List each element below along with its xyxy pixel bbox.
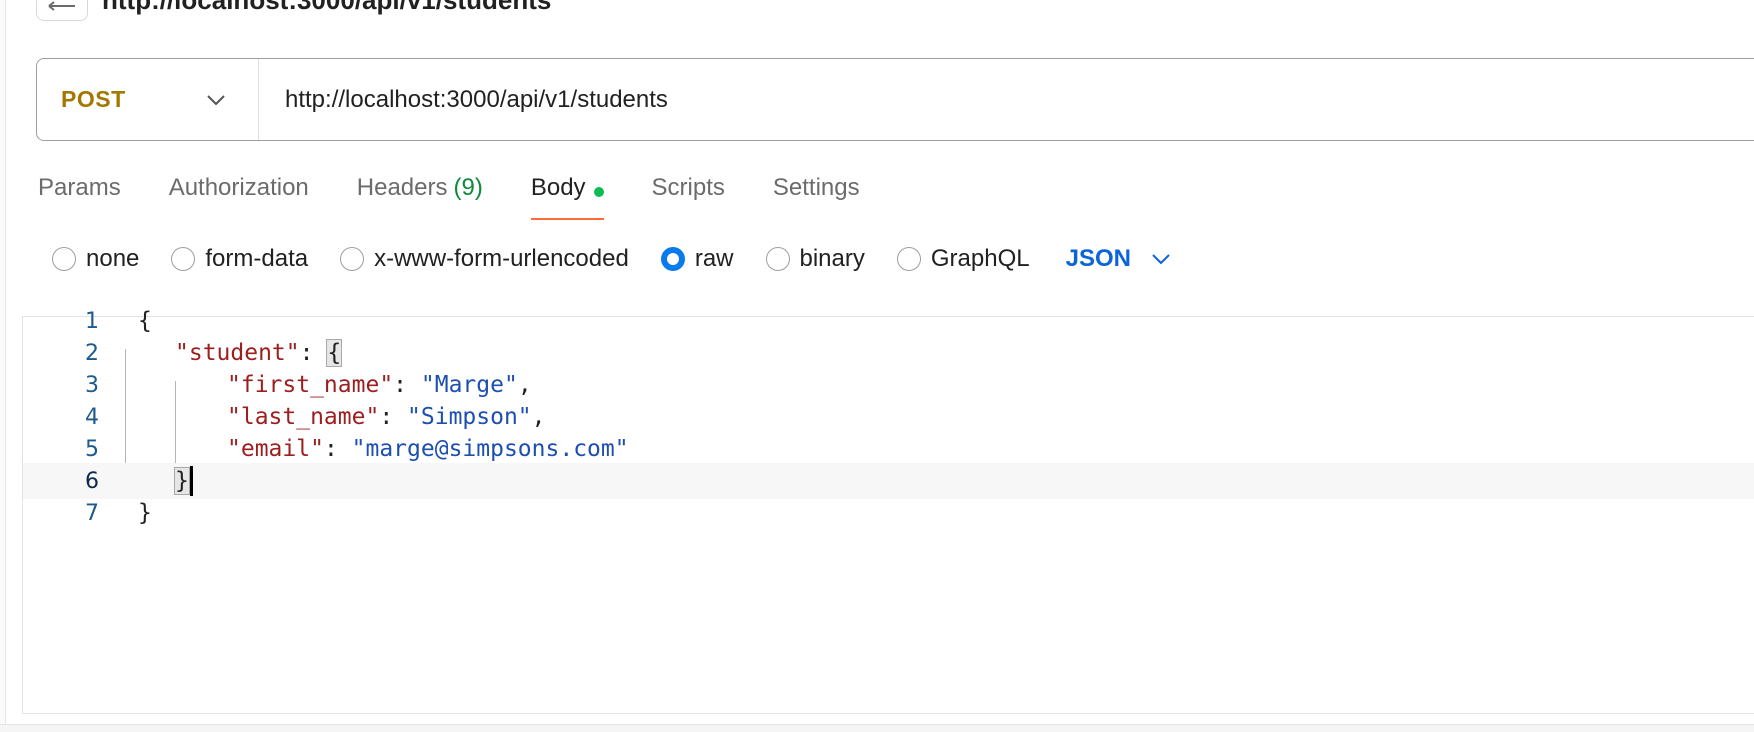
radio-form-data[interactable]: form-data [171,245,308,273]
code-text: "last_name": "Simpson", [227,404,546,430]
code-text: "first_name": "Marge", [227,372,532,398]
tab-settings[interactable]: Settings [773,168,860,220]
matched-brace: } [174,466,190,495]
request-title[interactable]: http://localhost:3000/api/v1/students [102,0,551,16]
radio-raw[interactable]: raw [660,245,734,273]
line-number: 2 [85,340,99,366]
chevron-down-icon [1149,247,1173,271]
radio-button[interactable] [896,247,921,271]
radio-graphql[interactable]: GraphQL [896,245,1030,273]
radio-button[interactable] [765,247,790,271]
body-code-editor[interactable]: 1 { 2 "student": { 3 "first_name": "Marg… [22,308,1754,714]
code-line: 2 "student": { [23,335,1754,371]
tab-label: Headers [356,174,448,201]
tab-label: Scripts [651,174,725,201]
radio-label: none [86,245,140,272]
comma: , [517,372,532,398]
radio-x-www-form-urlencoded[interactable]: x-www-form-urlencoded [340,245,629,273]
radio-button[interactable] [52,247,76,271]
json-key: "email" [227,436,324,462]
request-bar: POST http://localhost:3000/api/v1/studen… [36,58,1754,141]
tab-authorization[interactable]: Authorization [169,168,309,220]
code-line: 4 "last_name": "Simpson", [23,399,1754,435]
code-line-current: 6 } [23,463,1754,499]
json-key: "first_name" [227,372,394,398]
text-cursor [189,466,193,496]
brace: { [138,308,152,334]
separator: : [379,404,408,430]
headers-count-badge: (9) [453,174,483,201]
code-line: 3 "first_name": "Marge", [23,367,1754,403]
http-request-icon [36,0,88,21]
tab-label: Settings [772,174,860,201]
radio-binary[interactable]: binary [765,245,865,273]
comma: , [531,404,546,430]
json-key: "last_name" [227,404,380,430]
json-key: "student" [175,340,300,366]
radio-label: x-www-form-urlencoded [374,245,629,272]
chevron-down-icon [204,88,228,112]
separator: : [393,372,421,398]
body-type-selector: none form-data x-www-form-urlencoded raw… [52,242,1173,276]
code-line: 7 } [23,495,1754,531]
separator: : [299,340,328,366]
radio-button[interactable] [171,247,196,271]
code-text: } [138,500,152,526]
method-label: POST [61,86,126,112]
radio-button[interactable] [340,247,365,271]
tab-label: Params [38,174,121,201]
request-title-row: http://localhost:3000/api/v1/students [36,0,551,22]
tab-params[interactable]: Params [38,168,121,220]
code-text: "student": { [175,339,343,367]
tab-scripts[interactable]: Scripts [652,168,725,220]
radio-none[interactable]: none [52,245,139,273]
brace: } [138,500,152,526]
line-number: 1 [85,308,99,334]
line-number: 6 [85,468,99,494]
left-panel-edge [0,0,6,732]
code-line: 5 "email": "marge@simpsons.com" [23,431,1754,467]
code-text: "email": "marge@simpsons.com" [227,436,629,462]
tab-headers[interactable]: Headers (9) [357,168,483,220]
code-text: } [174,466,193,496]
json-string: "marge@simpsons.com" [351,436,629,462]
code-line: 1 { [23,303,1754,339]
request-tabs: Params Authorization Headers (9) Body Sc… [38,168,860,220]
method-dropdown[interactable]: POST [37,59,259,140]
radio-label: form-data [205,245,309,272]
body-modified-dot-icon [593,187,604,197]
matched-brace: { [326,339,343,367]
panel-bottom-edge [0,724,1754,732]
separator: : [323,436,352,462]
line-number: 7 [85,500,99,526]
line-number: 3 [85,372,99,398]
json-string: "Marge" [420,372,518,398]
code-text: { [138,308,152,334]
json-string: "Simpson" [407,404,532,430]
radio-button-selected[interactable] [660,247,685,271]
tab-label: Authorization [168,174,309,201]
tab-body[interactable]: Body [530,168,604,220]
radio-label: GraphQL [930,245,1030,272]
radio-label: binary [799,245,865,272]
url-input[interactable]: http://localhost:3000/api/v1/students [259,59,1754,140]
line-number: 4 [85,404,99,430]
tab-label: Body [530,174,586,201]
format-dropdown[interactable]: JSON [1066,245,1173,273]
line-number: 5 [85,436,99,462]
radio-label: raw [694,245,734,272]
format-label: JSON [1065,245,1131,272]
